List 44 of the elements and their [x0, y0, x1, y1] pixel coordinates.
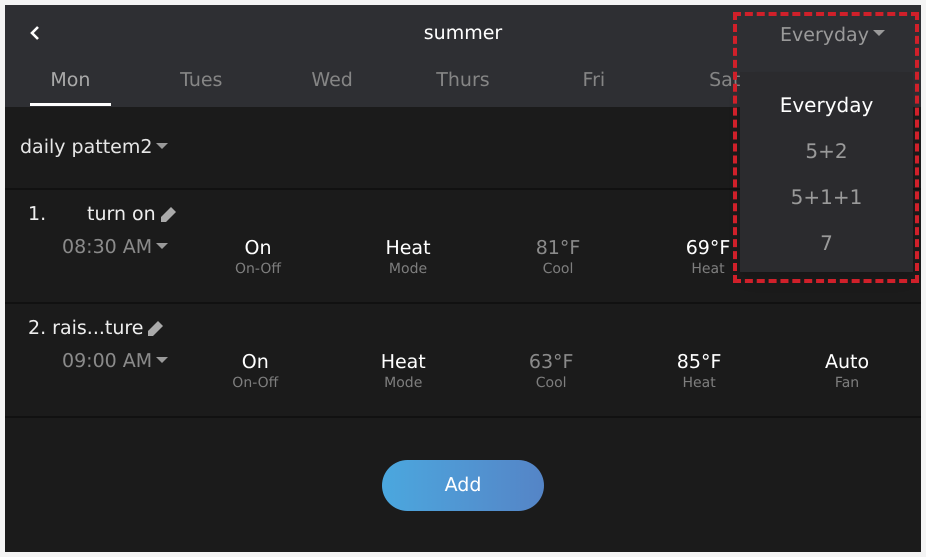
- time-dropdown[interactable]: 09:00 AM: [5, 348, 182, 374]
- caret-icon: [872, 30, 885, 38]
- setting-label: Heat: [691, 260, 725, 276]
- event-number: 1.: [28, 202, 48, 227]
- caret-icon: [156, 356, 168, 364]
- setting-label: Mode: [384, 374, 422, 390]
- day-tab[interactable]: Thurs: [398, 62, 528, 107]
- setting-label: Cool: [542, 260, 574, 276]
- setting-value[interactable]: 63°F: [528, 348, 574, 374]
- setting-value[interactable]: 81°F: [536, 234, 580, 260]
- setting-value[interactable]: On: [244, 234, 272, 260]
- dropdown-option[interactable]: 5+2: [805, 128, 848, 174]
- schedule-title: summer: [424, 21, 502, 46]
- caret-icon: [156, 142, 168, 150]
- setting-value[interactable]: Auto: [824, 348, 870, 374]
- setting-label: Heat: [682, 374, 716, 390]
- dropdown-option[interactable]: 5+1+1: [790, 174, 862, 220]
- setting-label: On-Off: [232, 374, 278, 390]
- day-tab[interactable]: Tues: [136, 62, 267, 107]
- event-name: rais...ture: [52, 316, 144, 341]
- day-tab[interactable]: Fri: [528, 62, 660, 107]
- setting-value[interactable]: Heat: [380, 348, 426, 374]
- setting-value[interactable]: Heat: [385, 234, 431, 260]
- pattern-dropdown[interactable]: daily pattem2: [20, 133, 168, 162]
- setting-label: On-Off: [235, 260, 281, 276]
- setting-value[interactable]: 69°F: [686, 234, 730, 260]
- day-tab[interactable]: Mon: [5, 62, 136, 107]
- day-tab[interactable]: Wed: [266, 62, 398, 107]
- pencil-icon[interactable]: [160, 206, 177, 223]
- setting-label: Mode: [388, 260, 428, 276]
- setting-label: Fan: [834, 374, 860, 390]
- back-icon[interactable]: [29, 25, 41, 41]
- setting-value[interactable]: On: [242, 348, 269, 374]
- setting-label: Cool: [536, 374, 567, 390]
- dropdown-option[interactable]: Everyday: [780, 82, 874, 128]
- setting-value[interactable]: 85°F: [676, 348, 722, 374]
- event-number: 2.: [28, 316, 46, 341]
- schedule-type-dropdown[interactable]: Everyday: [780, 21, 885, 50]
- add-button[interactable]: Add: [382, 460, 544, 510]
- event-name: turn on: [87, 202, 156, 227]
- pencil-icon[interactable]: [147, 320, 164, 337]
- caret-icon: [156, 242, 168, 250]
- time-dropdown[interactable]: 08:30 AM: [5, 234, 183, 260]
- dropdown-option[interactable]: 7: [820, 220, 833, 266]
